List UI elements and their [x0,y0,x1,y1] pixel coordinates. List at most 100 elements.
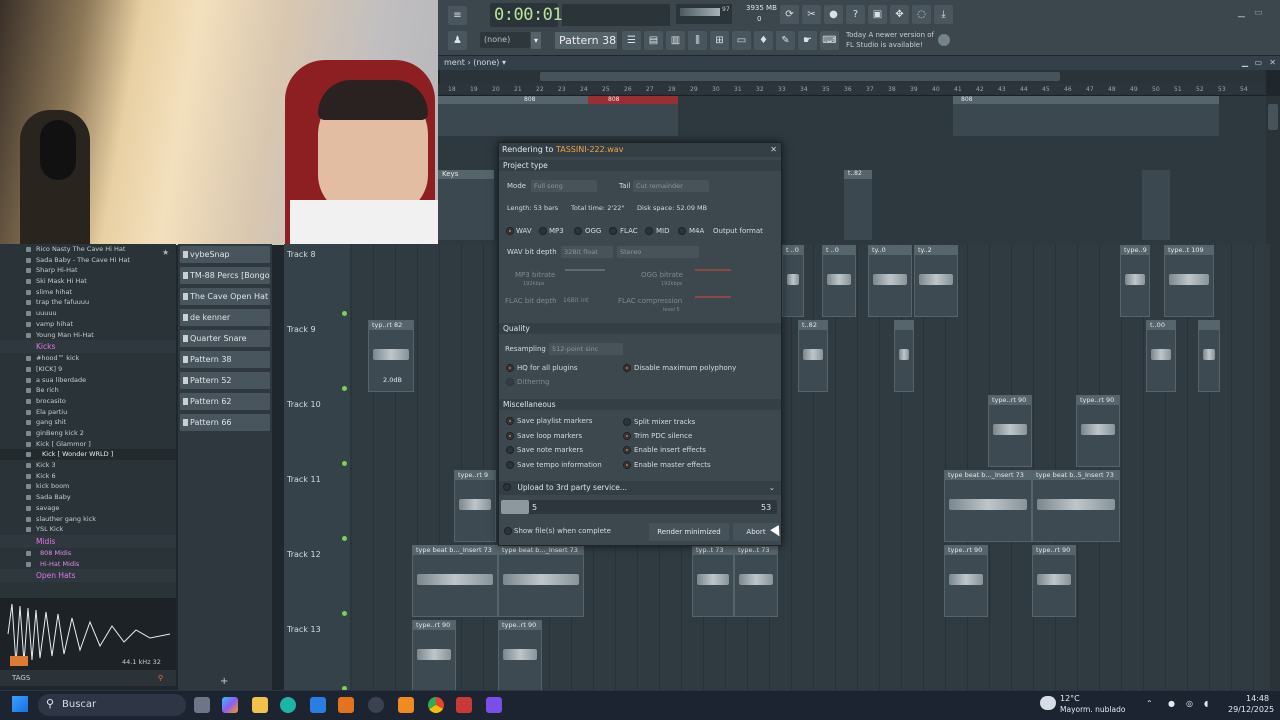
browser-item[interactable]: brocasito [0,396,176,407]
audio-clip[interactable] [894,320,914,392]
clock-time[interactable]: 14:48 [1246,694,1269,703]
audio-clip[interactable]: t ..0 [822,245,856,317]
audio-clip[interactable]: type..t 109 [1164,245,1214,317]
channel-button[interactable]: de kenner [180,309,270,326]
sample-preview[interactable]: 44.1 kHz 32 [0,598,176,670]
browser-item[interactable]: Rico Nasty The Cave Hi Hat [0,244,176,255]
track-header[interactable]: Track 9 [284,319,350,394]
track-led-icon[interactable] [342,536,347,541]
browser-folder[interactable]: Midis [0,534,176,548]
snap-select[interactable]: (none) [480,32,530,48]
section-quality[interactable]: Quality [499,323,781,334]
audio-clip[interactable]: t..00 [1146,320,1176,392]
browser-item[interactable]: Sada Baby [0,492,176,503]
browser-item[interactable]: kick boom [0,481,176,492]
save-icon[interactable]: ▣ [868,5,887,24]
clock-date[interactable]: 29/12/2025 [1228,705,1274,714]
track-lane[interactable]: type beat b..._Insert 73 type beat b..._… [352,544,1270,619]
track-header[interactable]: Track 11 [284,469,350,544]
pattern-selector[interactable]: Pattern 38 [555,32,617,49]
download-icon[interactable]: ⤓ [934,5,953,24]
insert-effects-checkbox[interactable] [623,446,631,454]
browser-item[interactable]: a sua liberdade [0,375,176,386]
polyphony-checkbox[interactable] [623,364,631,372]
fl-studio-2-icon[interactable] [398,697,414,713]
edge-icon[interactable] [280,697,296,713]
format-m4a-radio[interactable] [678,227,686,235]
mixer-icon[interactable]: ⫼ [688,31,707,50]
globe-icon[interactable] [938,34,950,46]
browser-item[interactable]: savage [0,503,176,514]
settings-gear-icon[interactable] [368,697,384,713]
window-minimize-icon[interactable]: ▁ [1238,8,1245,18]
pattern-button[interactable]: Pattern 52 [180,372,270,389]
browser-item[interactable]: Young Man Hi-Hat [0,330,176,341]
playlist-scroll-thumb[interactable] [540,72,1060,81]
track-led-icon[interactable] [342,311,347,316]
browser-item[interactable]: gang shit [0,417,176,428]
note-markers-checkbox[interactable] [506,446,514,454]
track-led-icon[interactable] [342,386,347,391]
audio-clip[interactable]: ty..2 [914,245,958,317]
channel-button[interactable]: The Cave Open Hat [180,288,270,305]
touch-icon[interactable]: ☛ [798,31,817,50]
mp3-bitrate-slider[interactable] [565,269,605,271]
channel-rack-icon[interactable]: ▥ [666,31,685,50]
window-restore-icon[interactable]: ▭ [1254,8,1263,18]
track-lane[interactable]: t ..0 t ..0 ty..0 ty..2 type..9 type..t … [352,244,1270,319]
app-purple-icon[interactable] [486,697,502,713]
plugin-icon[interactable]: ✥ [890,5,909,24]
browser-item[interactable]: trap the fafuuuu [0,297,176,308]
audio-clip[interactable]: type beat b..._Insert 73 [944,470,1032,542]
split-mixer-checkbox[interactable] [623,418,631,426]
timeline-ruler[interactable]: 18 19 20 21 22 23 24 25 26 27 28 29 30 31 32 33 34 35 36 37… [438,84,1266,96]
section-project-type[interactable]: Project type [499,160,781,171]
playlist-icon[interactable]: ☰ [622,31,641,50]
show-files-checkbox[interactable] [504,527,512,535]
copilot-icon[interactable] [222,697,238,713]
browser-item[interactable]: Ela partiu [0,407,176,418]
clip-right-top[interactable] [1142,170,1170,240]
channel-button[interactable]: vybeSnap [180,246,270,263]
track-lane[interactable]: type..rt 90 type..rt 90 [352,394,1270,469]
audio-clip[interactable]: type..rt 9 [454,470,496,542]
pattern-button[interactable]: Pattern 38 [180,351,270,368]
audio-clip[interactable]: type beat b..._Insert 73 [498,545,584,617]
format-flac-radio[interactable] [609,227,617,235]
browser-icon[interactable]: ⊞ [710,31,729,50]
audio-clip[interactable]: type..rt 90 [988,395,1032,467]
tools-icon[interactable]: ✎ [776,31,795,50]
browser-subfolder[interactable]: Hi-Hat Midis [0,559,176,570]
weather-temp[interactable]: 12°C [1060,694,1080,703]
audio-clip[interactable]: type..rt 90 [498,620,542,692]
track-header[interactable]: Track 8 [284,244,350,319]
task-view-icon[interactable] [194,697,210,713]
track-lane[interactable]: typ..rt 82 2.0dB t..82 t..00 [352,319,1270,394]
section-miscellaneous[interactable]: Miscellaneous [499,399,781,410]
chrome-icon[interactable] [428,697,444,713]
browser-item[interactable]: Sharp Hi-Hat [0,265,176,276]
hq-plugins-checkbox[interactable] [506,364,514,372]
track-led-icon[interactable] [342,611,347,616]
wav-bitdepth-select[interactable]: 32Bit float [561,246,613,258]
scissors-icon[interactable]: ✂ [802,5,821,24]
piano-roll-icon[interactable]: ▤ [644,31,663,50]
track-header[interactable]: Track 12 [284,544,350,619]
taskbar-search[interactable]: Buscar [38,694,186,716]
audio-clip[interactable]: type..9 [1120,245,1150,317]
browser-item[interactable]: YSL Kick [0,524,176,535]
store-icon[interactable] [310,697,326,713]
browser-folder[interactable]: Kicks [0,340,176,354]
audio-clip[interactable]: type..rt 90 [412,620,456,692]
flac-compression-slider[interactable] [695,296,731,298]
render-minimized-button[interactable]: Render minimized [649,523,729,541]
browser-item[interactable]: Ski Mask Hi Hat [0,276,176,287]
file-explorer-icon[interactable] [252,697,268,713]
track-led-icon[interactable] [342,461,347,466]
format-ogg-radio[interactable] [574,227,582,235]
file-icon[interactable]: ▭ [732,31,751,50]
browser-item[interactable]: #hood™ kick [0,353,176,364]
format-mid-radio[interactable] [645,227,653,235]
stamp-icon[interactable]: ♟ [448,31,467,50]
clip-t82[interactable]: t..82 [844,170,872,240]
